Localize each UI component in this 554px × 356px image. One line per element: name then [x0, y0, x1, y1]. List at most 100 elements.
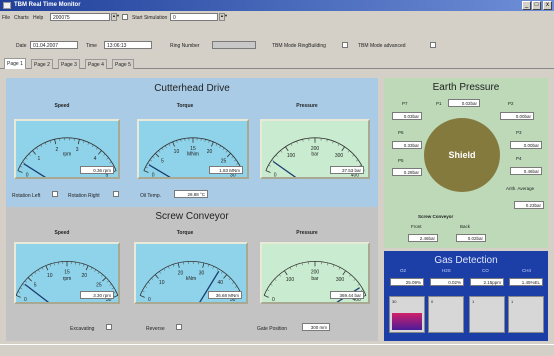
cutterhead-speed-gauge: 0 1 2 3 4 5 rpm 0.36 rpm [14, 119, 120, 179]
cutterhead-torque-gauge: 0 5 10 15 20 25 30 MNm 1.83 MNm [137, 119, 249, 179]
ch4-level-box: 1 [508, 296, 544, 333]
gauge-tick-label: 200 [311, 269, 320, 275]
screw-conveyor-pressure-label: Screw Conveyor [418, 214, 454, 219]
counter-spinner[interactable]: ▲▼ [111, 13, 120, 21]
p5-label: P5 [398, 158, 404, 163]
gauge-tick-label: 100 [287, 153, 296, 159]
start-simulation-label: Start Simulation [132, 15, 168, 21]
time-label: Time [86, 43, 97, 49]
menu-help[interactable]: Help [33, 15, 43, 21]
gauge-readout: 0.36 rpm [80, 166, 114, 174]
tab-page-2[interactable]: Page 2 [31, 59, 53, 69]
tab-page-5[interactable]: Page 5 [112, 59, 134, 69]
gauge-tick-label: 5 [34, 283, 37, 289]
cutterhead-torque-label: Torque [176, 103, 194, 109]
shield-graphic: Shield [424, 118, 500, 192]
gauge-tick-label: 10 [174, 149, 180, 155]
maximize-button[interactable]: □ [532, 1, 541, 10]
counter-field[interactable]: 200075 [50, 13, 110, 21]
gauge-unit: bar [311, 152, 319, 158]
tab-page-1[interactable]: Page 1 [4, 58, 26, 69]
p1-label: P1 [436, 101, 442, 106]
gauge-unit: bar [311, 276, 319, 282]
start-simulation-spinner[interactable]: ▲▼ [219, 13, 228, 21]
gauge-tick-label: 20 [207, 149, 213, 155]
gate-position-value: 300 mm [302, 323, 330, 331]
screw-speed-label: Speed [54, 230, 70, 236]
gauge-tick-label: 15 [64, 269, 70, 275]
gauge-tick-label: 0 [148, 297, 151, 302]
gauge-unit: kNm [186, 276, 196, 282]
average-value: 0.23bar [514, 201, 544, 209]
cutterhead-pressure-label: Pressure [296, 103, 318, 109]
o2-label: O2 [400, 268, 407, 273]
p6-value: 0.33bar [392, 141, 422, 149]
menu-file[interactable]: File [2, 15, 10, 21]
screw-pressure-label: Pressure [296, 230, 318, 236]
gauge-readout: 1.83 MNm [209, 166, 243, 174]
gauge-unit: rpm [63, 276, 72, 282]
back-value: 0.02bar [456, 234, 486, 242]
rotation-right-label: Rotation Right [68, 193, 100, 199]
front-label: Front [411, 224, 422, 229]
co-box-label: 1 [472, 299, 475, 304]
p2-value: 0.00bar [500, 112, 534, 120]
p7-value: 0.03bar [392, 112, 422, 120]
o2-value: 25.09% [390, 278, 424, 286]
p2-label: P2 [508, 101, 514, 106]
ring-number-label: Ring Number [170, 43, 200, 49]
screw-torque-gauge: 0 10 20 30 40 50 kNm 36.68 MNm [134, 242, 248, 304]
ch4-label: CH4 [522, 268, 532, 273]
rotation-left-checkbox[interactable] [52, 191, 58, 197]
start-simulation-checkbox[interactable] [122, 14, 128, 20]
date-label: Date [16, 43, 27, 49]
gauge-tick-label: 10 [47, 273, 53, 279]
gauge-tick-label: 20 [81, 273, 87, 279]
gauge-tick-label: 3 [76, 147, 79, 153]
ch4-box-label: 1 [511, 299, 514, 304]
close-button[interactable]: x [543, 1, 552, 10]
p1-value: 0.02bar [448, 99, 480, 107]
reverse-checkbox[interactable] [176, 324, 182, 330]
start-simulation-field[interactable]: 0 [170, 13, 218, 21]
gauge-tick-label: 20 [178, 271, 184, 277]
gauge-tick-label: 0 [272, 297, 275, 302]
p3-value: 0.00bar [510, 141, 542, 149]
ch4-value: 1.45%EL [509, 278, 543, 286]
gauge-tick-label: 100 [286, 277, 295, 283]
menu-charts[interactable]: Charts [14, 15, 29, 21]
app-icon [3, 2, 11, 9]
h2s-box-label: 0 [431, 299, 434, 304]
ring-number-dropdown[interactable] [212, 41, 256, 49]
co-value: 2.15ppm [470, 278, 504, 286]
co-label: CO [482, 268, 489, 273]
reverse-label: Reverse [146, 326, 165, 332]
status-bar [0, 344, 554, 356]
p7-label: P7 [402, 101, 408, 106]
p4-value: 0.46bar [510, 167, 542, 175]
rotation-right-checkbox[interactable] [113, 191, 119, 197]
tab-page-4[interactable]: Page 4 [85, 59, 107, 69]
screw-conveyor-title: Screw Conveyor [155, 211, 229, 222]
gauge-tick-label: 0 [274, 172, 277, 177]
screw-torque-label: Torque [176, 230, 194, 236]
screw-pressure-gauge: 0 100 200 300 400 bar 369.44 bar [260, 242, 370, 304]
date-field[interactable]: 01.04.2007 [30, 41, 78, 49]
ring-building-checkbox[interactable] [342, 42, 348, 48]
cutterhead-pressure-gauge: 0 100 200 300 400 bar 37.53 bar [260, 119, 370, 179]
title-bar: TBM Real Time Monitor [0, 0, 554, 11]
gauge-tick-label: 40 [218, 280, 224, 286]
gauge-tick-label: 300 [336, 277, 345, 283]
excavating-checkbox[interactable] [106, 324, 112, 330]
gauge-readout: 36.68 MNm [208, 291, 242, 299]
h2s-label: H2S [442, 268, 451, 273]
minimize-button[interactable]: _ [522, 1, 531, 10]
time-field[interactable]: 13:06:13 [104, 41, 152, 49]
advanced-checkbox[interactable] [430, 42, 436, 48]
tab-page-3[interactable]: Page 3 [58, 59, 80, 69]
gauge-tick-label: 300 [335, 153, 344, 159]
rotation-left-label: Rotation Left [12, 193, 41, 199]
gauge-tick-label: 10 [159, 280, 165, 286]
p4-label: P4 [516, 156, 522, 161]
gauge-tick-label: 1 [38, 156, 41, 162]
